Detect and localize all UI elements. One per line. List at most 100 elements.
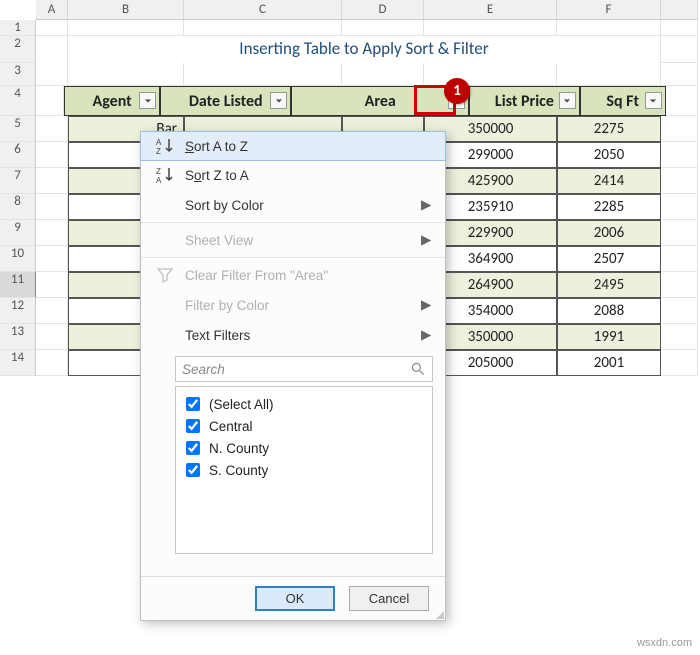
cell[interactable]: [661, 324, 698, 350]
filter-by-color-label: Filter by Color: [185, 298, 411, 313]
checkbox[interactable]: [186, 397, 200, 411]
th-area[interactable]: Area: [291, 86, 469, 116]
filter-search-input[interactable]: Search: [175, 356, 433, 382]
row-header-12[interactable]: 12: [0, 298, 36, 324]
row-header-1[interactable]: 1: [0, 20, 36, 36]
cell[interactable]: [36, 63, 68, 86]
checkbox[interactable]: [186, 463, 200, 477]
th-label: Sq Ft: [606, 92, 639, 111]
filter-sort-color[interactable]: Sort by Color ▶: [141, 190, 445, 220]
filter-option[interactable]: S. County: [182, 459, 426, 481]
row-header-4[interactable]: 4: [0, 86, 36, 116]
checkbox[interactable]: [186, 419, 200, 433]
cell[interactable]: [36, 20, 68, 36]
cell[interactable]: [36, 298, 68, 324]
filter-button-date[interactable]: [270, 92, 287, 109]
filter-button-sqft[interactable]: [645, 92, 662, 109]
th-date-listed[interactable]: Date Listed: [160, 86, 291, 116]
cell[interactable]: [661, 63, 698, 86]
ok-button[interactable]: OK: [255, 586, 335, 611]
cell-sqft[interactable]: 2495: [557, 272, 661, 298]
row-header-7[interactable]: 7: [0, 168, 36, 194]
filter-option[interactable]: Central: [182, 415, 426, 437]
cell-sqft[interactable]: 2006: [557, 220, 661, 246]
filter-option[interactable]: N. County: [182, 437, 426, 459]
cell-sqft[interactable]: 2414: [557, 168, 661, 194]
cell[interactable]: [342, 63, 424, 86]
cell[interactable]: [36, 324, 68, 350]
th-sqft[interactable]: Sq Ft: [580, 86, 666, 116]
cell[interactable]: [68, 20, 184, 36]
cell-sqft[interactable]: 2285: [557, 194, 661, 220]
cell[interactable]: [68, 63, 184, 86]
th-agent[interactable]: Agent: [64, 86, 160, 116]
cell[interactable]: [36, 168, 68, 194]
sort-za-icon: ZA: [155, 165, 175, 185]
cell[interactable]: [661, 36, 698, 63]
cell-sqft[interactable]: 2050: [557, 142, 661, 168]
cell[interactable]: [666, 86, 698, 116]
cell[interactable]: [661, 20, 698, 36]
col-header-e[interactable]: E: [424, 0, 557, 20]
cell[interactable]: [424, 63, 557, 86]
cell[interactable]: [36, 116, 68, 142]
cell[interactable]: [661, 220, 698, 246]
cell-sqft[interactable]: 2507: [557, 246, 661, 272]
row-header-14[interactable]: 14: [0, 350, 36, 376]
cell[interactable]: [36, 36, 68, 63]
row-header-9[interactable]: 9: [0, 220, 36, 246]
cell-sqft[interactable]: 1991: [557, 324, 661, 350]
col-header-b[interactable]: B: [68, 0, 184, 20]
cell[interactable]: [36, 86, 64, 116]
filter-button-price[interactable]: [559, 92, 576, 109]
row-header-10[interactable]: 10: [0, 246, 36, 272]
filter-button-agent[interactable]: [139, 92, 156, 109]
col-header-c[interactable]: C: [184, 0, 342, 20]
row-header-5[interactable]: 5: [0, 116, 36, 142]
cell[interactable]: [661, 272, 698, 298]
cell[interactable]: [661, 246, 698, 272]
row-header-6[interactable]: 6: [0, 142, 36, 168]
cell[interactable]: [36, 350, 68, 376]
cell-sqft[interactable]: 2001: [557, 350, 661, 376]
cell[interactable]: [342, 20, 424, 36]
cancel-button[interactable]: Cancel: [349, 586, 429, 611]
cell-sqft[interactable]: 2275: [557, 116, 661, 142]
cell[interactable]: [184, 20, 342, 36]
row-header-3[interactable]: 3: [0, 63, 36, 86]
cell[interactable]: [557, 63, 661, 86]
row-header-13[interactable]: 13: [0, 324, 36, 350]
row-header-2[interactable]: 2: [0, 36, 36, 63]
cell[interactable]: [661, 298, 698, 324]
cell[interactable]: [661, 116, 698, 142]
th-list-price[interactable]: List Price: [469, 86, 579, 116]
cell[interactable]: [661, 194, 698, 220]
resize-handle-icon[interactable]: [436, 611, 444, 619]
cell[interactable]: [36, 220, 68, 246]
cell[interactable]: [36, 142, 68, 168]
checkbox[interactable]: [186, 441, 200, 455]
cell[interactable]: [424, 20, 557, 36]
cell[interactable]: [36, 194, 68, 220]
col-header-a[interactable]: A: [36, 0, 68, 20]
page-title: Inserting Table to Apply Sort & Filter: [68, 36, 661, 63]
col-header-f[interactable]: F: [557, 0, 661, 20]
cell[interactable]: [36, 246, 68, 272]
col-header-extra[interactable]: [661, 0, 698, 20]
cell[interactable]: [36, 272, 68, 298]
filter-text-filters[interactable]: Text Filters ▶: [141, 320, 445, 350]
filter-sort-za[interactable]: ZA Sort Z to A: [141, 160, 445, 190]
th-label: Date Listed: [189, 92, 263, 111]
filter-sort-az[interactable]: AZ Sort A to Z: [140, 131, 446, 161]
cell[interactable]: [661, 142, 698, 168]
cell[interactable]: [184, 63, 342, 86]
filter-option[interactable]: (Select All): [182, 393, 426, 415]
col-header-d[interactable]: D: [342, 0, 424, 20]
cell[interactable]: [557, 20, 661, 36]
cell[interactable]: [661, 350, 698, 376]
filter-by-color: Filter by Color ▶: [141, 290, 445, 320]
row-header-8[interactable]: 8: [0, 194, 36, 220]
row-header-11[interactable]: 11: [0, 272, 36, 298]
cell[interactable]: [661, 168, 698, 194]
cell-sqft[interactable]: 2088: [557, 298, 661, 324]
